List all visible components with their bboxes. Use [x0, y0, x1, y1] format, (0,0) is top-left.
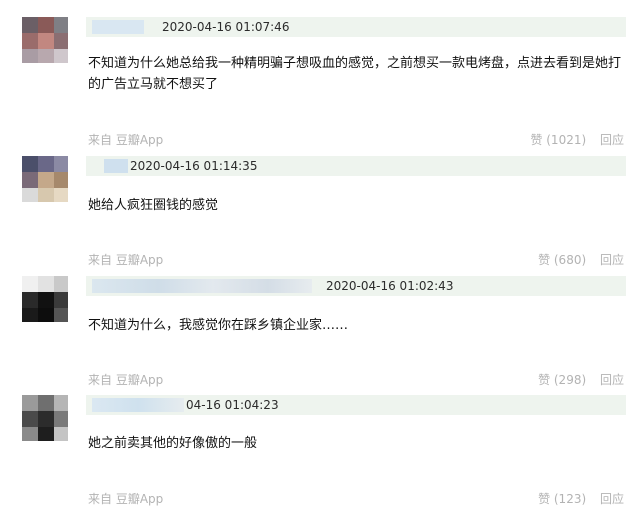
reply-button[interactable]: 回应 [600, 492, 624, 506]
like-button[interactable]: 赞 (123) [538, 492, 586, 506]
comment-header: 04-16 01:04:23 [86, 395, 626, 415]
comment-footer: 来自 豆瓣App 赞 (680) 回应 [88, 252, 624, 268]
comment-timestamp: 2020-04-16 01:07:46 [160, 18, 292, 36]
reply-button[interactable]: 回应 [600, 133, 624, 147]
comment-source: 来自 豆瓣App [88, 373, 164, 387]
comment-header: 2020-04-16 01:14:35 [86, 156, 626, 176]
comment-source: 来自 豆瓣App [88, 253, 164, 267]
comment-footer: 来自 豆瓣App 赞 (123) 回应 [88, 491, 624, 507]
username-blurred[interactable] [104, 159, 130, 173]
reply-button[interactable]: 回应 [600, 373, 624, 387]
comment-footer: 来自 豆瓣App 赞 (298) 回应 [88, 372, 624, 388]
avatar[interactable] [22, 276, 68, 322]
comment-footer: 来自 豆瓣App 赞 (1021) 回应 [88, 132, 624, 148]
like-button[interactable]: 赞 (680) [538, 253, 586, 267]
avatar[interactable] [22, 395, 68, 441]
comment-timestamp: 2020-04-16 01:02:43 [324, 277, 456, 295]
like-button[interactable]: 赞 (298) [538, 373, 586, 387]
comment-source: 来自 豆瓣App [88, 133, 164, 147]
comment-content: 她之前卖其他的好像傲的一般 [88, 436, 258, 451]
avatar[interactable] [22, 17, 68, 63]
username-blurred[interactable] [92, 398, 184, 412]
comment-timestamp: 04-16 01:04:23 [184, 396, 281, 414]
comment-timestamp: 2020-04-16 01:14:35 [128, 157, 260, 175]
comment-header: 2020-04-16 01:02:43 [86, 276, 626, 296]
comment-header: 2020-04-16 01:07:46 [86, 17, 626, 37]
comment-content: 她给人疯狂圈钱的感觉 [88, 198, 219, 213]
comment-content: 不知道为什么她总给我一种精明骗子想吸血的感觉，之前想买一款电烤盘，点进去看到是她… [88, 56, 622, 92]
reply-button[interactable]: 回应 [600, 253, 624, 267]
username-blurred[interactable] [92, 279, 312, 293]
comment-source: 来自 豆瓣App [88, 492, 164, 506]
avatar[interactable] [22, 156, 68, 202]
username-blurred[interactable] [92, 20, 144, 34]
comment-content: 不知道为什么，我感觉你在踩乡镇企业家…… [88, 318, 349, 333]
like-button[interactable]: 赞 (1021) [530, 133, 586, 147]
